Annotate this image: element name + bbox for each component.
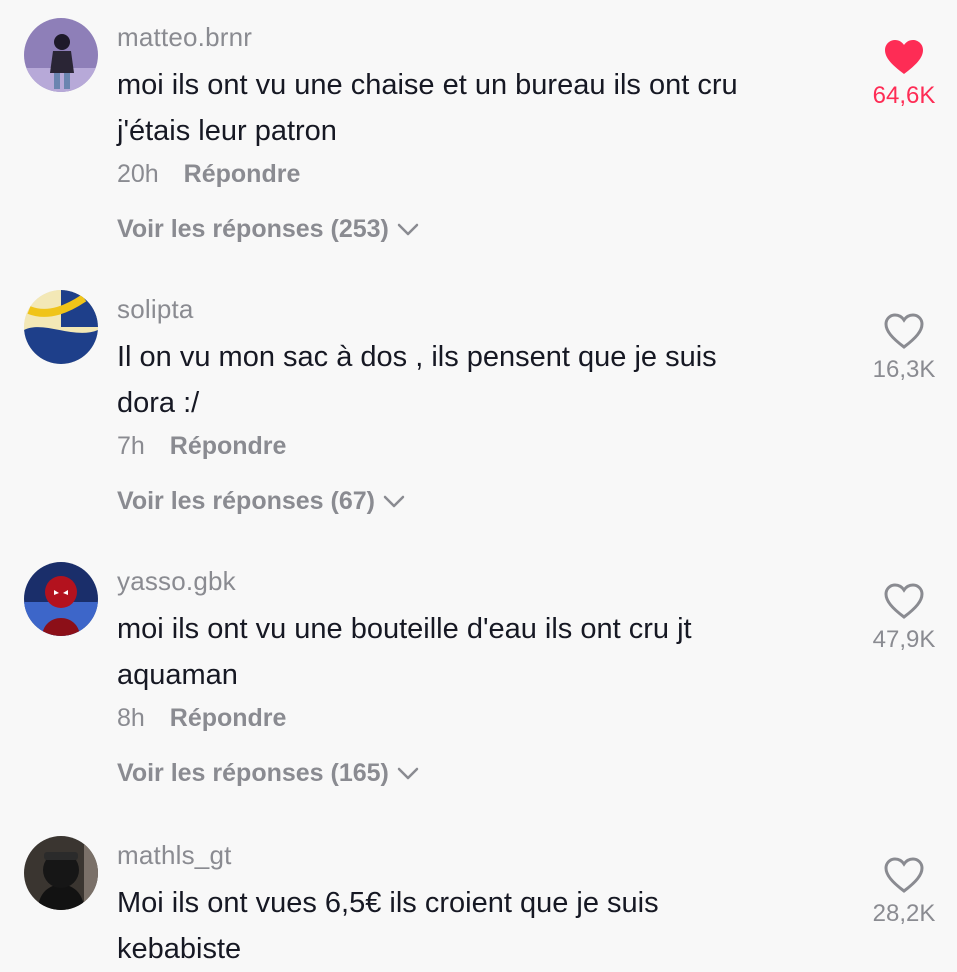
comment-meta: 20h Répondre xyxy=(117,160,300,189)
comment-item: solipta Il on vu mon sac à dos , ils pen… xyxy=(0,290,957,540)
view-replies-button[interactable]: Voir les réponses (165) xyxy=(117,759,419,788)
comment-text-line: Moi ils ont vues 6,5€ ils croient que je… xyxy=(117,887,659,919)
avatar[interactable] xyxy=(24,562,98,636)
comment-meta: 7h Répondre xyxy=(117,432,286,461)
username[interactable]: yasso.gbk xyxy=(117,566,236,597)
chevron-down-icon xyxy=(397,767,419,779)
like-count: 16,3K xyxy=(872,356,936,383)
reply-button[interactable]: Répondre xyxy=(170,432,287,460)
comment-text: Moi ils ont vues 6,5€ ils croient que je… xyxy=(117,880,852,972)
view-replies-label: Voir les réponses (253) xyxy=(117,215,389,243)
heart-filled-icon xyxy=(885,40,923,74)
reply-button[interactable]: Répondre xyxy=(170,704,287,732)
comment-text-line: dora :/ xyxy=(117,387,200,419)
timestamp: 8h xyxy=(117,704,145,732)
comment-text-line: moi ils ont vu une bouteille d'eau ils o… xyxy=(117,613,692,645)
comment-item: yasso.gbk moi ils ont vu une bouteille d… xyxy=(0,562,957,812)
comment-text-line: aquaman xyxy=(117,659,238,691)
comment-meta: 8h Répondre xyxy=(117,704,286,733)
chevron-down-icon xyxy=(383,495,405,507)
like-count: 47,9K xyxy=(872,626,936,653)
timestamp: 20h xyxy=(117,160,159,188)
heart-outline-icon xyxy=(884,313,924,349)
username[interactable]: solipta xyxy=(117,294,194,325)
like-count: 64,6K xyxy=(872,82,936,109)
comment-text-line: Il on vu mon sac à dos , ils pensent que… xyxy=(117,341,717,373)
avatar[interactable] xyxy=(24,290,98,364)
chevron-down-icon xyxy=(397,223,419,235)
view-replies-button[interactable]: Voir les réponses (253) xyxy=(117,215,419,244)
view-replies-label: Voir les réponses (165) xyxy=(117,759,389,787)
reply-button[interactable]: Répondre xyxy=(184,160,301,188)
comment-item: mathls_gt Moi ils ont vues 6,5€ ils croi… xyxy=(0,836,957,972)
heart-outline-icon xyxy=(884,857,924,893)
like-button[interactable]: 28,2K xyxy=(859,856,949,928)
comment-item: matteo.brnr moi ils ont vu une chaise et… xyxy=(0,18,957,268)
avatar[interactable] xyxy=(24,836,98,910)
comment-text: Il on vu mon sac à dos , ils pensent que… xyxy=(117,334,852,426)
view-replies-label: Voir les réponses (67) xyxy=(117,487,375,515)
comment-text-line: kebabiste xyxy=(117,933,242,965)
like-button[interactable]: 64,6K xyxy=(859,38,949,110)
avatar[interactable] xyxy=(24,18,98,92)
view-replies-button[interactable]: Voir les réponses (67) xyxy=(117,487,405,516)
username[interactable]: matteo.brnr xyxy=(117,22,252,53)
like-count: 28,2K xyxy=(872,900,936,927)
timestamp: 7h xyxy=(117,432,145,460)
heart-outline-icon xyxy=(884,583,924,619)
comment-text-line: j'étais leur patron xyxy=(117,115,337,147)
username[interactable]: mathls_gt xyxy=(117,840,232,871)
like-button[interactable]: 47,9K xyxy=(859,582,949,654)
comment-text: moi ils ont vu une bouteille d'eau ils o… xyxy=(117,606,852,698)
comment-text-line: moi ils ont vu une chaise et un bureau i… xyxy=(117,69,738,101)
like-button[interactable]: 16,3K xyxy=(859,312,949,384)
comment-text: moi ils ont vu une chaise et un bureau i… xyxy=(117,62,852,154)
